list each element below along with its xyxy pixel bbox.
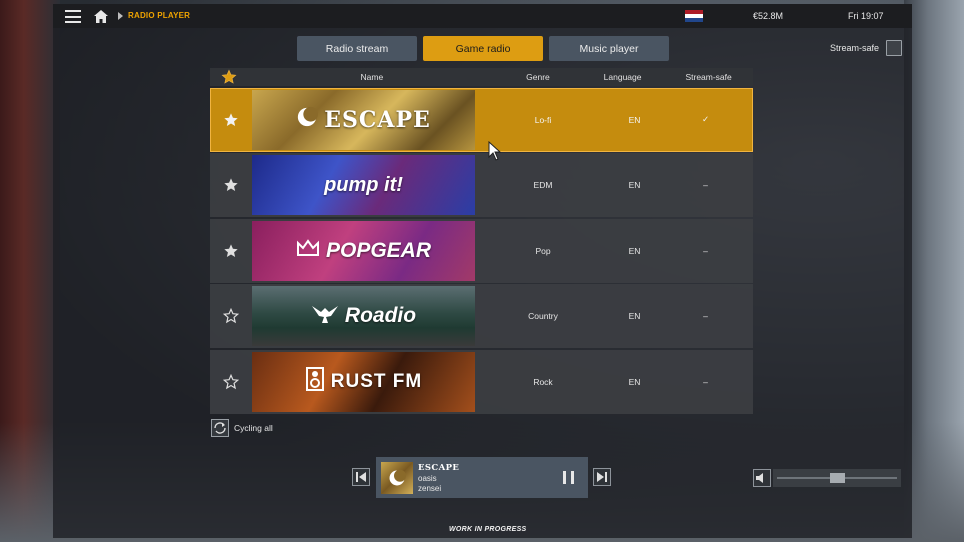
station-banner: RUST FM <box>252 351 475 412</box>
station-logo-text: pump it! <box>324 173 403 196</box>
flag-icon <box>685 10 703 22</box>
previous-button[interactable] <box>352 468 370 486</box>
tab-radio-stream[interactable]: Radio stream <box>297 36 417 61</box>
pause-bar-left <box>563 471 566 484</box>
tab-game-radio[interactable]: Game radio <box>423 36 543 61</box>
favorite-star-icon[interactable] <box>210 243 252 259</box>
moon-icon <box>296 106 319 134</box>
skip-next-icon <box>597 472 607 482</box>
cycle-icon[interactable] <box>211 419 229 437</box>
volume-thumb[interactable] <box>829 473 845 483</box>
station-banner: POPGEAR <box>252 220 475 281</box>
table-row[interactable]: RUST FM Rock EN – <box>210 349 753 414</box>
language-cell: EN <box>628 376 641 387</box>
table-row[interactable]: Roadio Country EN – <box>210 284 753 348</box>
table-row[interactable]: pump it! EDM EN – <box>210 153 753 217</box>
table-row[interactable]: POPGEAR Pop EN – <box>210 218 753 283</box>
now-playing-station: ESCAPE <box>418 462 460 473</box>
now-playing-song: oasis <box>418 473 437 483</box>
skip-previous-icon <box>356 472 366 482</box>
station-logo-text: ESCAPE <box>324 106 431 133</box>
genre-cell: Pop <box>535 245 551 256</box>
station-logo-text: POPGEAR <box>325 238 432 262</box>
tab-bar: Radio stream Game radio Music player <box>297 36 669 61</box>
breadcrumb[interactable]: RADIO PLAYER <box>128 11 190 20</box>
station-logo-text: RUST FM <box>330 370 423 392</box>
header-name[interactable]: Name <box>249 72 495 82</box>
now-playing-info: ESCAPE oasis zensei <box>418 463 459 493</box>
hamburger-icon[interactable] <box>65 10 81 23</box>
home-icon[interactable] <box>93 9 109 24</box>
stream-safe-cell: – <box>703 311 708 321</box>
table-row[interactable]: ESCAPE Lo-fi EN ✓ <box>210 87 753 152</box>
now-playing-cover <box>381 461 413 494</box>
money-display: €52.8M <box>753 11 784 21</box>
volume-slider[interactable] <box>773 469 901 487</box>
genre-cell: Rock <box>533 376 553 387</box>
genre-cell: EDM <box>533 180 553 190</box>
table-header: Name Genre Language Stream-safe <box>210 68 753 86</box>
favorite-star-icon[interactable] <box>210 177 252 193</box>
mouse-cursor-icon <box>488 141 502 161</box>
station-banner: pump it! <box>252 155 475 215</box>
header-genre[interactable]: Genre <box>495 72 581 82</box>
header-stream-safe[interactable]: Stream-safe <box>664 72 753 82</box>
language-cell: EN <box>628 311 641 321</box>
now-playing-panel: ESCAPE oasis zensei <box>376 457 588 498</box>
station-banner-art: ESCAPE <box>252 89 475 150</box>
moon-icon <box>389 469 406 485</box>
stream-safe-filter: Stream-safe <box>830 40 903 56</box>
flag-stripe-bottom <box>685 18 703 22</box>
favorite-star-icon[interactable] <box>210 112 252 128</box>
genre-cell: Lo-fi <box>534 114 552 125</box>
breadcrumb-arrow-icon <box>118 12 123 20</box>
stream-safe-checkbox[interactable] <box>886 40 903 56</box>
pause-button[interactable] <box>563 471 575 484</box>
station-table: Name Genre Language Stream-safe ESCAPE L… <box>210 68 753 414</box>
stream-safe-cell: – <box>703 180 708 190</box>
language-cell: EN <box>628 180 641 190</box>
station-banner: ESCAPE <box>252 89 475 150</box>
station-banner-art: POPGEAR <box>252 220 475 281</box>
stream-safe-cell: – <box>703 245 708 256</box>
stream-safe-cell: ✓ <box>701 114 710 124</box>
stream-safe-cell: – <box>703 376 708 387</box>
cycling-label: Cycling all <box>234 423 273 433</box>
language-cell: EN <box>628 114 641 125</box>
favorite-star-outline-icon[interactable] <box>210 373 252 390</box>
crown-icon <box>296 238 320 263</box>
time-display: Fri 19:07 <box>848 11 884 21</box>
station-logo-text: Roadio <box>344 304 417 327</box>
work-in-progress-label: WORK IN PROGRESS <box>449 526 527 533</box>
speaker-volume-icon <box>756 473 763 483</box>
header-language[interactable]: Language <box>581 72 664 82</box>
stream-safe-label: Stream-safe <box>830 43 880 53</box>
eagle-icon <box>311 302 339 330</box>
station-banner-art: pump it! <box>252 155 475 215</box>
favorite-sort-icon[interactable] <box>210 69 249 85</box>
pause-bar-right <box>571 471 574 484</box>
volume-icon[interactable] <box>753 469 771 487</box>
station-banner-art: RUST FM <box>252 351 475 412</box>
station-banner-art: Roadio <box>252 286 475 346</box>
tab-music-player[interactable]: Music player <box>549 36 669 61</box>
now-playing-artist: zensei <box>418 483 442 493</box>
language-cell: EN <box>628 245 641 256</box>
favorite-star-outline-icon[interactable] <box>210 308 252 324</box>
top-bar: RADIO PLAYER €52.8M Fri 19:07 <box>53 4 912 28</box>
speaker-icon <box>305 366 325 397</box>
next-button[interactable] <box>593 468 611 486</box>
genre-cell: Country <box>528 311 558 321</box>
station-banner: Roadio <box>252 286 475 346</box>
cycling-toggle: Cycling all <box>211 419 273 437</box>
